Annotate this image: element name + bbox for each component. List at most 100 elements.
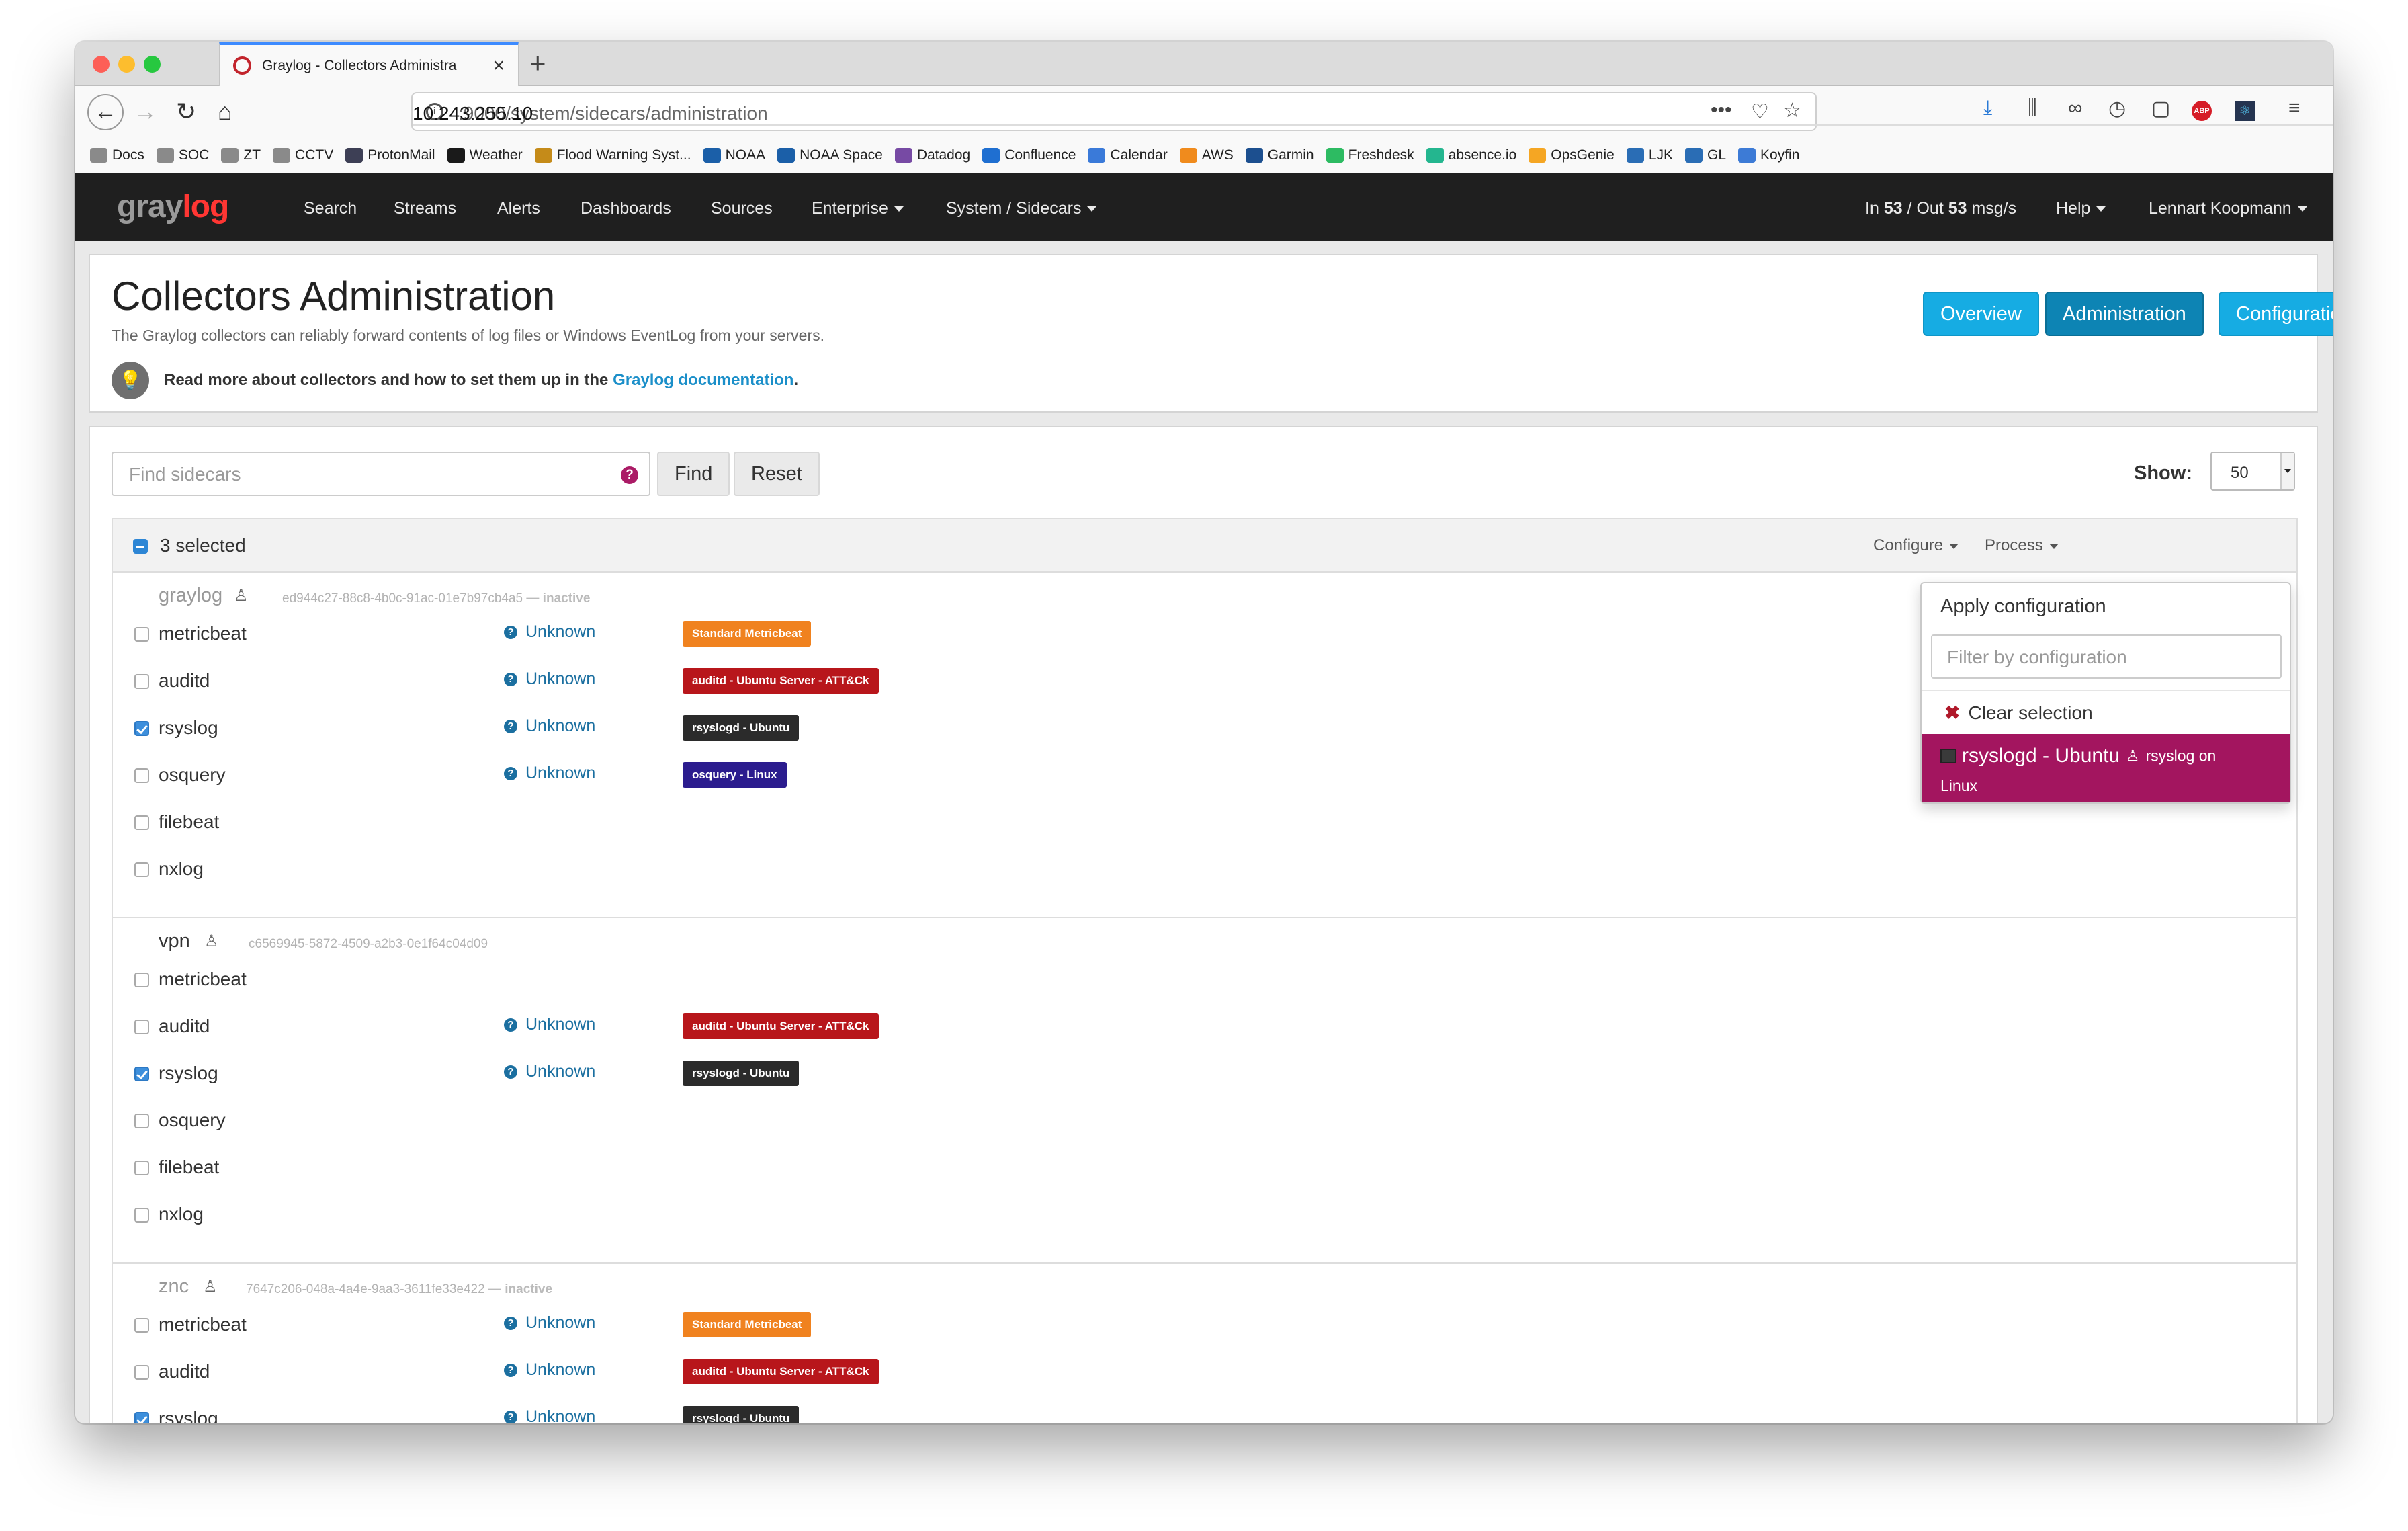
bookmark-icon bbox=[894, 147, 912, 163]
bookmark-item[interactable]: Docs bbox=[90, 147, 144, 163]
bookmark-item[interactable]: absence.io bbox=[1426, 147, 1516, 163]
sidebar-icon[interactable]: ▢ bbox=[2151, 97, 2170, 120]
clear-selection-item[interactable]: ✖ Clear selection bbox=[1944, 702, 2093, 724]
minimize-window-button[interactable] bbox=[118, 56, 135, 73]
configuration-button[interactable]: Configuration bbox=[2219, 292, 2333, 336]
nav-sources[interactable]: Sources bbox=[711, 199, 773, 218]
page-size-select[interactable]: 50 bbox=[2210, 452, 2295, 491]
mask-icon[interactable]: ∞ bbox=[2068, 97, 2082, 120]
bookmark-icon bbox=[1738, 147, 1756, 163]
collector-status: ? Unknown bbox=[504, 1313, 595, 1333]
page-actions-icon[interactable]: ••• bbox=[1711, 99, 1732, 122]
nav-help[interactable]: Help bbox=[2056, 199, 2106, 218]
bookmark-item[interactable]: CCTV bbox=[273, 147, 333, 163]
collector-checkbox[interactable] bbox=[134, 1161, 149, 1175]
bookmark-item[interactable]: SOC bbox=[156, 147, 209, 163]
collector-checkbox[interactable] bbox=[134, 1020, 149, 1034]
zoom-window-button[interactable] bbox=[144, 56, 161, 73]
close-tab-icon[interactable]: × bbox=[492, 54, 505, 77]
bookmark-item[interactable]: ZT bbox=[221, 147, 261, 163]
bookmark-item[interactable]: LJK bbox=[1626, 147, 1673, 163]
bookmark-item[interactable]: GL bbox=[1685, 147, 1726, 163]
reload-icon[interactable]: ↻ bbox=[176, 99, 196, 124]
bookmark-item[interactable]: Datadog bbox=[894, 147, 970, 163]
collector-checkbox[interactable] bbox=[134, 768, 149, 783]
pocket-icon[interactable]: ♡ bbox=[1751, 100, 1769, 124]
collector-checkbox[interactable] bbox=[134, 1067, 149, 1081]
collector-row: metricbeat ? Unknown Standard Metricbeat bbox=[113, 1304, 2296, 1344]
host-name[interactable]: znc bbox=[159, 1276, 189, 1298]
history-icon[interactable]: ◷ bbox=[2108, 97, 2126, 120]
bookmark-item[interactable]: Flood Warning Syst... bbox=[534, 147, 691, 163]
caret-down-icon bbox=[894, 206, 904, 212]
graylog-logo[interactable]: graylog bbox=[117, 188, 229, 225]
home-icon[interactable]: ⌂ bbox=[218, 99, 232, 124]
collector-checkbox[interactable] bbox=[134, 973, 149, 987]
collector-name: auditd bbox=[159, 1361, 210, 1382]
linux-icon: ♙ bbox=[234, 587, 249, 605]
close-window-button[interactable] bbox=[93, 56, 110, 73]
bookmark-icon bbox=[345, 147, 363, 163]
overview-button[interactable]: Overview bbox=[1923, 292, 2039, 336]
bookmark-item[interactable]: Freshdesk bbox=[1326, 147, 1414, 163]
collector-checkbox[interactable] bbox=[134, 721, 149, 736]
bookmark-item[interactable]: Koyfin bbox=[1738, 147, 1799, 163]
collector-checkbox[interactable] bbox=[134, 674, 149, 689]
find-button[interactable]: Find bbox=[657, 452, 730, 496]
collector-status: ? Unknown bbox=[504, 1360, 595, 1380]
bookmark-icon bbox=[1245, 147, 1263, 163]
address-bar[interactable]: i 10.243.255.10:9000/system/sidecars/adm… bbox=[411, 92, 2333, 131]
browser-tab[interactable]: Graylog - Collectors Administra × bbox=[219, 42, 519, 86]
collector-checkbox[interactable] bbox=[134, 627, 149, 642]
collector-checkbox[interactable] bbox=[134, 1318, 149, 1333]
configuration-option[interactable]: rsyslogd - Ubuntu ♙ rsyslog on Linux bbox=[1922, 734, 2290, 802]
nav-streams[interactable]: Streams bbox=[394, 199, 456, 218]
search-input[interactable]: Find sidecars ? bbox=[112, 452, 650, 496]
bookmark-item[interactable]: OpsGenie bbox=[1529, 147, 1615, 163]
bookmark-star-icon[interactable]: ☆ bbox=[1783, 99, 1801, 122]
administration-button[interactable]: Administration bbox=[2045, 292, 2204, 336]
downloads-icon[interactable]: ⤓ bbox=[1983, 97, 1992, 120]
collector-checkbox[interactable] bbox=[134, 1208, 149, 1223]
new-tab-icon[interactable]: + bbox=[529, 47, 546, 79]
bookmark-item[interactable]: Garmin bbox=[1245, 147, 1314, 163]
collector-checkbox[interactable] bbox=[134, 815, 149, 830]
host-name[interactable]: vpn bbox=[159, 930, 190, 952]
select-all-checkbox[interactable] bbox=[133, 539, 148, 554]
back-arrow-icon[interactable]: ← bbox=[87, 94, 124, 130]
bookmark-icon bbox=[534, 147, 552, 163]
nav-search[interactable]: Search bbox=[304, 199, 357, 218]
bookmark-item[interactable]: Confluence bbox=[982, 147, 1076, 163]
collector-checkbox[interactable] bbox=[134, 862, 149, 877]
bookmark-item[interactable]: NOAA bbox=[703, 147, 765, 163]
help-icon[interactable]: ? bbox=[621, 466, 638, 484]
bookmark-item[interactable]: Weather bbox=[447, 147, 523, 163]
nav-dashboards[interactable]: Dashboards bbox=[580, 199, 671, 218]
host-name[interactable]: graylog bbox=[159, 585, 222, 607]
documentation-link[interactable]: Graylog documentation bbox=[613, 371, 793, 390]
collector-checkbox[interactable] bbox=[134, 1412, 149, 1423]
collector-checkbox[interactable] bbox=[134, 1114, 149, 1128]
library-icon[interactable]: ⫼ bbox=[2028, 97, 2037, 120]
forward-arrow-icon[interactable]: → bbox=[133, 99, 157, 124]
collector-checkbox[interactable] bbox=[134, 1365, 149, 1380]
menu-icon[interactable]: ≡ bbox=[2288, 97, 2300, 120]
react-devtools-icon[interactable]: ⚛ bbox=[2235, 101, 2255, 121]
bookmark-item[interactable]: NOAA Space bbox=[777, 147, 883, 163]
nav-alerts[interactable]: Alerts bbox=[497, 199, 540, 218]
bookmark-label: GL bbox=[1707, 147, 1727, 163]
process-dropdown[interactable]: Process bbox=[1985, 536, 2059, 555]
filter-configuration-input[interactable]: Filter by configuration bbox=[1931, 634, 2282, 679]
nav-user-menu[interactable]: Lennart Koopmann bbox=[2149, 199, 2307, 218]
reset-button[interactable]: Reset bbox=[734, 452, 820, 496]
nav-system-sidecars[interactable]: System / Sidecars bbox=[946, 199, 1097, 218]
bookmark-item[interactable]: Calendar bbox=[1088, 147, 1168, 163]
nav-enterprise[interactable]: Enterprise bbox=[812, 199, 904, 218]
bookmark-icon bbox=[447, 147, 465, 163]
sidecar-host: vpn ♙ c6569945-5872-4509-a2b3-0e1f64c04d09… bbox=[113, 918, 2296, 1264]
bookmark-item[interactable]: AWS bbox=[1179, 147, 1234, 163]
configure-dropdown[interactable]: Configure bbox=[1873, 536, 1959, 555]
adblock-icon[interactable]: ABP bbox=[2192, 101, 2212, 121]
bookmark-label: Flood Warning Syst... bbox=[556, 147, 691, 163]
bookmark-item[interactable]: ProtonMail bbox=[345, 147, 435, 163]
